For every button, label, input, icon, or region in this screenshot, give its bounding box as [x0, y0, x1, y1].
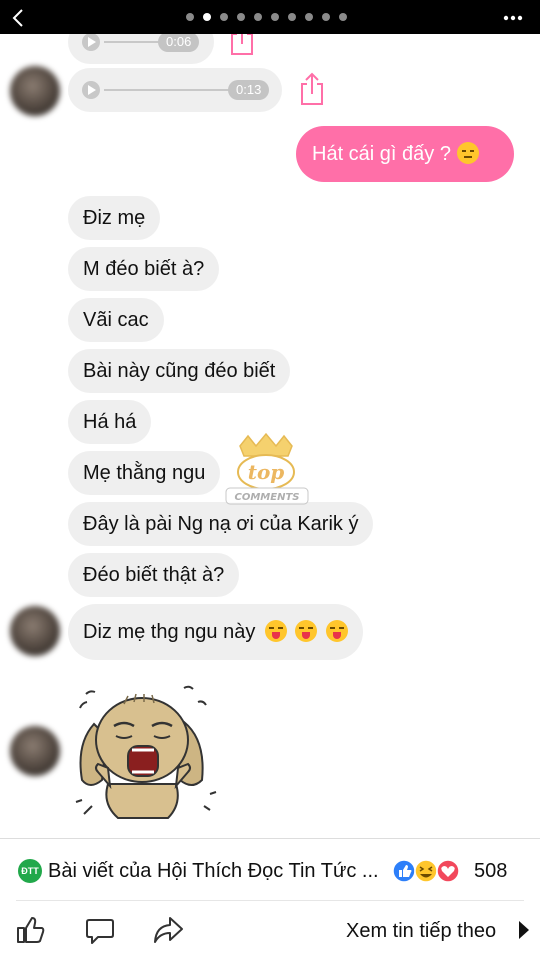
message-text: Bài này cũng đéo biết — [83, 360, 276, 382]
more-horizontal-icon[interactable] — [502, 10, 524, 26]
svg-text:COMMENTS: COMMENTS — [235, 492, 300, 503]
audio-duration: 0:06 — [158, 34, 200, 52]
expressionless-face-icon — [456, 142, 479, 164]
divider — [0, 838, 540, 839]
page-dot[interactable] — [322, 13, 330, 21]
message-text: M đéo biết à? — [83, 258, 205, 280]
face-with-tongue-icon — [295, 620, 318, 642]
incoming-message[interactable]: Điz mẹ — [68, 196, 161, 240]
reactions-summary[interactable] — [390, 857, 466, 885]
page-dot[interactable] — [186, 13, 194, 21]
divider — [16, 900, 524, 901]
page-dot[interactable] — [288, 13, 296, 21]
avatar[interactable] — [10, 726, 60, 776]
post-source-row[interactable]: ĐTT Bài viết của Hội Thích Đọc Tin Tức .… — [18, 852, 528, 888]
incoming-message[interactable]: Đéo biết thật à? — [68, 553, 240, 597]
page-dot[interactable] — [237, 13, 245, 21]
like-icon — [392, 859, 416, 883]
face-with-tongue-icon — [264, 620, 287, 642]
page-dot[interactable] — [271, 13, 279, 21]
page-dot[interactable] — [220, 13, 228, 21]
avatar[interactable] — [10, 66, 60, 116]
play-icon[interactable] — [82, 34, 100, 51]
message-text: Vãi cac — [83, 309, 149, 331]
page-indicator — [186, 13, 347, 21]
share-arrow-icon[interactable] — [152, 914, 184, 946]
incoming-message[interactable]: Há há — [68, 400, 152, 444]
page-dot[interactable] — [339, 13, 347, 21]
chevron-left-icon[interactable] — [8, 7, 30, 29]
like-icon[interactable] — [14, 914, 46, 946]
page-dot-active[interactable] — [203, 13, 211, 21]
action-bar: Xem tin tiếp theo — [0, 906, 540, 960]
top-comments-watermark-logo: top COMMENTS — [225, 432, 309, 505]
next-story-button[interactable]: Xem tin tiếp theo — [346, 918, 496, 944]
incoming-message[interactable]: Vãi cac — [68, 298, 164, 342]
audio-duration: 0:13 — [228, 80, 270, 100]
haha-icon — [414, 859, 438, 883]
top-bar — [0, 0, 540, 34]
share-icon[interactable] — [228, 34, 256, 56]
page-dot[interactable] — [305, 13, 313, 21]
incoming-message[interactable]: Bài này cũng đéo biết — [68, 349, 291, 393]
message-text: Đây là pài Ng nạ ơi của Karik ý — [83, 513, 359, 535]
svg-text:top: top — [248, 460, 285, 484]
group-avatar: ĐTT — [18, 859, 42, 883]
outgoing-message[interactable]: Hát cái gì đấy ? — [296, 126, 514, 182]
next-arrow-icon[interactable] — [518, 920, 530, 940]
comment-icon[interactable] — [84, 914, 116, 946]
post-title[interactable]: Bài viết của Hội Thích Đọc Tin Tức ... — [48, 858, 379, 884]
crying-dog-sticker[interactable] — [64, 674, 224, 834]
incoming-message[interactable]: M đéo biết à? — [68, 247, 220, 291]
message-text: Diz mẹ thg ngu này — [83, 621, 256, 643]
play-icon[interactable] — [82, 81, 100, 99]
audio-message[interactable]: 0:13 — [68, 68, 282, 112]
chat-screenshot: 0:06 0:13 Hát cái gì đấy ? Điz mẹ M đéo … — [0, 34, 540, 838]
message-text: Há há — [83, 411, 137, 433]
audio-message[interactable]: 0:06 — [68, 34, 214, 64]
incoming-message[interactable]: Diz mẹ thg ngu này — [68, 604, 364, 660]
love-icon — [436, 859, 460, 883]
avatar[interactable] — [10, 606, 60, 656]
face-with-tongue-icon — [326, 620, 349, 642]
reaction-count[interactable]: 508 — [474, 858, 507, 884]
share-icon[interactable] — [298, 72, 326, 106]
incoming-message[interactable]: Mẹ thằng ngu — [68, 451, 221, 495]
message-text: Đéo biết thật à? — [83, 564, 225, 586]
message-text: Hát cái gì đấy ? — [312, 143, 451, 165]
message-text: Điz mẹ — [83, 207, 146, 229]
incoming-message[interactable]: Đây là pài Ng nạ ơi của Karik ý — [68, 502, 374, 546]
message-text: Mẹ thằng ngu — [83, 462, 206, 484]
page-dot[interactable] — [254, 13, 262, 21]
